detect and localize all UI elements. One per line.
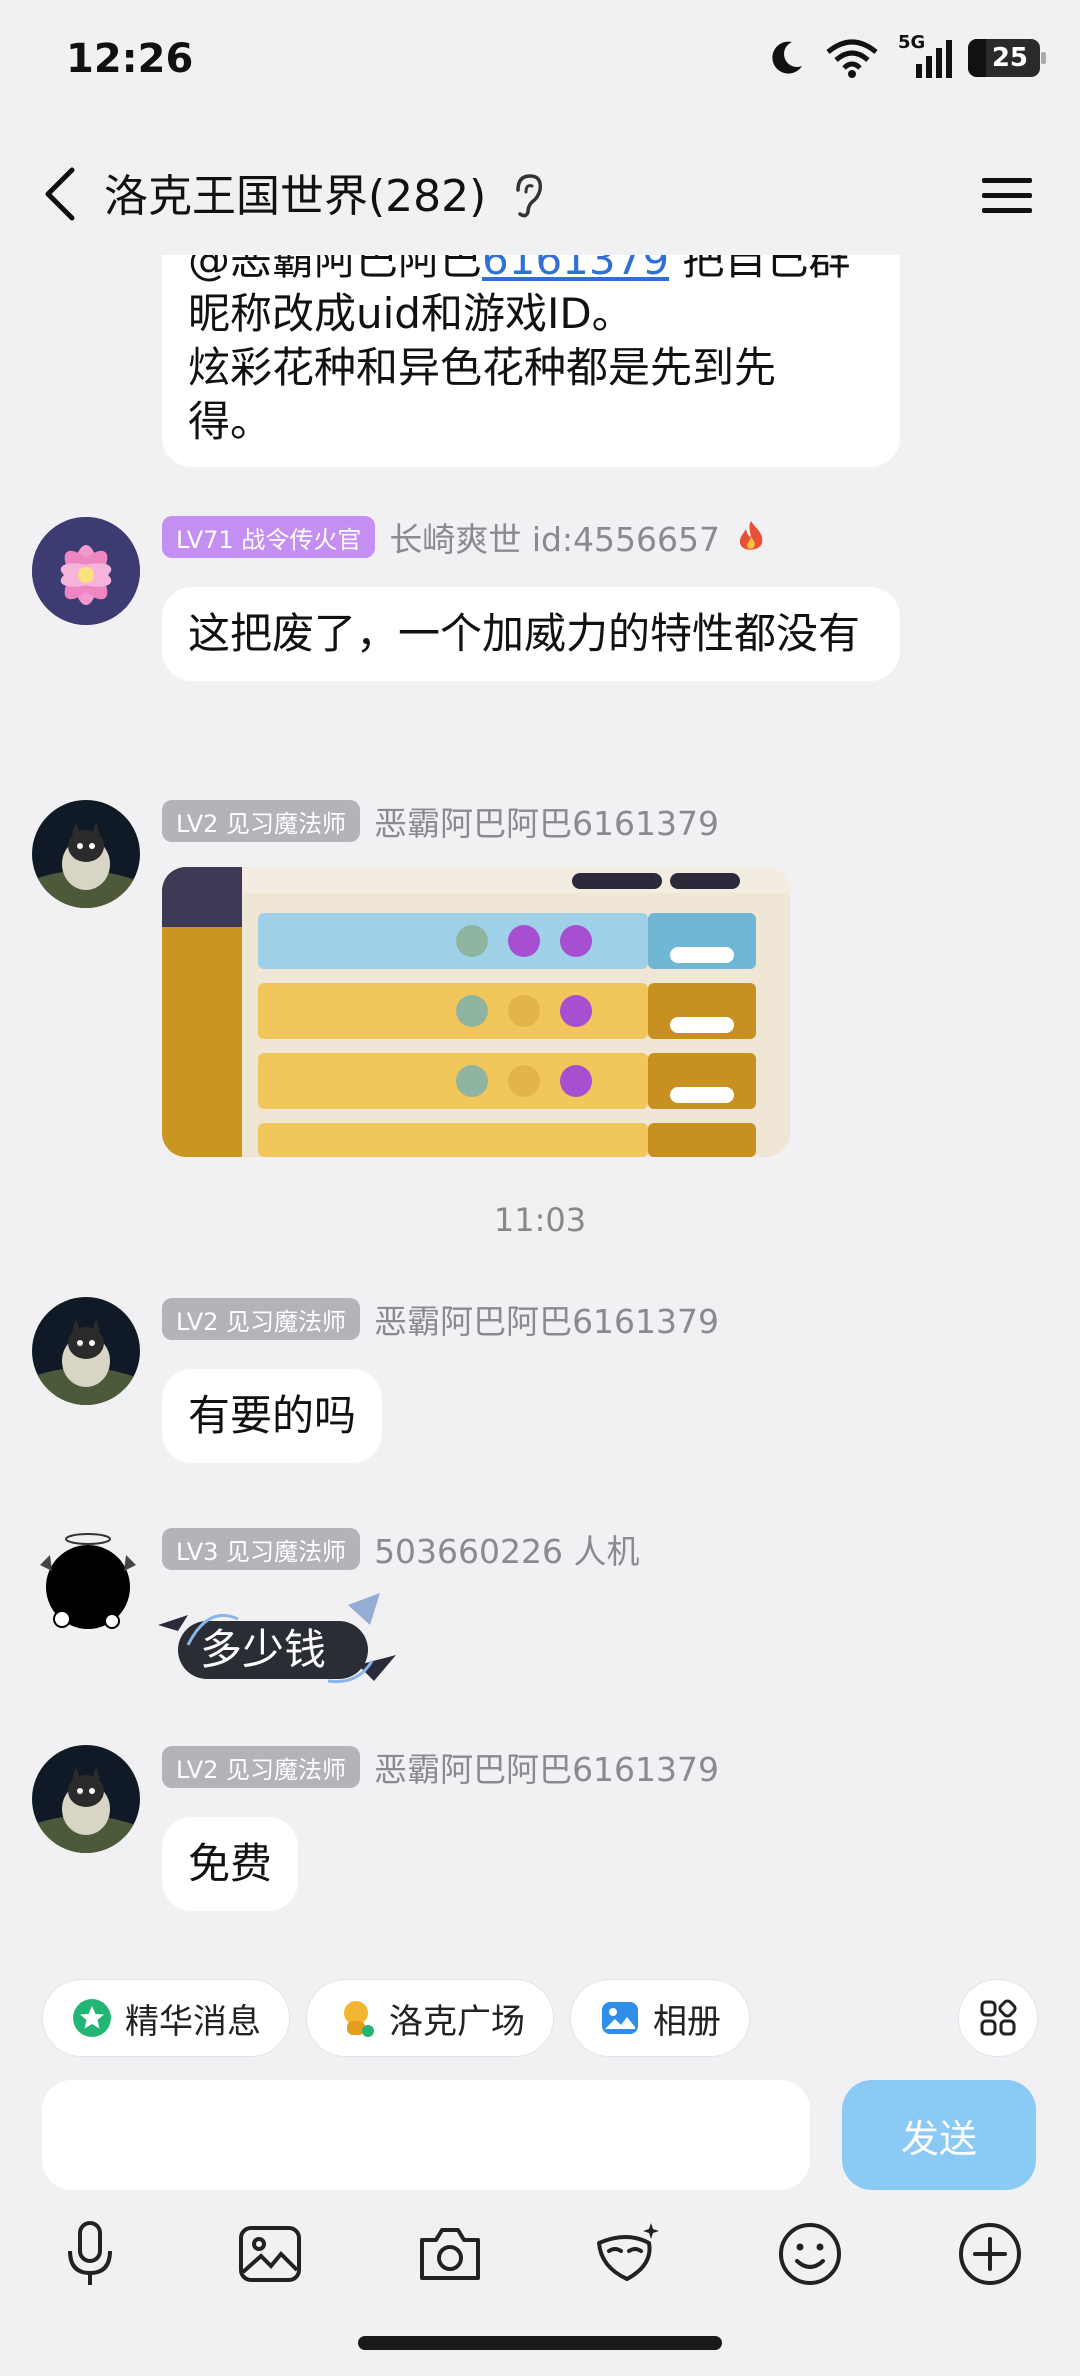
- message-line: @恶霸阿巴阿巴6161379 把自己群: [188, 255, 874, 287]
- smiley-icon: [779, 2223, 841, 2285]
- essence-messages-button[interactable]: 精华消息: [42, 1979, 290, 2057]
- back-button[interactable]: [28, 158, 100, 230]
- decorated-bubble[interactable]: 多少钱: [148, 1585, 398, 1705]
- sender-row: LV2 见习魔法师 恶霸阿巴阿巴6161379: [162, 1295, 719, 1343]
- message-line: 昵称改成uid和游戏ID。: [188, 289, 634, 338]
- message-bubble[interactable]: 这把废了，一个加威力的特性都没有: [162, 587, 900, 681]
- emoji-button[interactable]: [770, 2214, 850, 2294]
- plaza-button[interactable]: 洛克广场: [306, 1979, 554, 2057]
- network-type: 5G: [898, 32, 926, 53]
- message-text: 这把废了，一个加威力的特性都没有: [188, 609, 861, 658]
- sender-row: LV2 见习魔法师 恶霸阿巴阿巴6161379: [162, 1743, 719, 1791]
- fire-icon: [739, 521, 763, 550]
- level-badge: LV3 见习魔法师: [162, 1528, 361, 1570]
- level-badge: LV2 见习魔法师: [162, 1298, 361, 1340]
- message-list[interactable]: @恶霸阿巴阿巴6161379 把自己群 昵称改成uid和游戏ID。 炫彩花种和异…: [0, 255, 1080, 1955]
- avatar-effect-button[interactable]: [588, 2214, 668, 2294]
- dark-character-avatar-icon: [40, 1533, 136, 1629]
- message-bubble[interactable]: @恶霸阿巴阿巴6161379 把自己群 昵称改成uid和游戏ID。 炫彩花种和异…: [162, 255, 900, 467]
- essence-label: 精华消息: [125, 2001, 261, 2042]
- message-bubble[interactable]: 免费: [162, 1817, 299, 1911]
- plaza-mascot-icon: [344, 2001, 374, 2037]
- more-apps-button[interactable]: [958, 1979, 1038, 2057]
- sender-row: LV71 战令传火官 长崎爽世 id:4556657: [162, 513, 768, 561]
- status-icons: 5G 25: [766, 32, 1046, 78]
- message-input[interactable]: [42, 2080, 810, 2190]
- lotus-avatar-icon: [32, 517, 140, 625]
- game-screenshot-image: [162, 867, 790, 1157]
- camera-button[interactable]: [410, 2214, 490, 2294]
- plus-circle-icon: [959, 2223, 1021, 2285]
- voice-button[interactable]: [50, 2214, 130, 2294]
- message-text: 免费: [188, 1839, 273, 1888]
- sender-name[interactable]: 恶霸阿巴阿巴6161379: [374, 1743, 719, 1791]
- message-bubble[interactable]: 有要的吗: [162, 1369, 383, 1463]
- message-text: 多少钱: [200, 1625, 327, 1674]
- sender-row: LV2 见习魔法师 恶霸阿巴阿巴6161379: [162, 797, 719, 845]
- chat-header: 洛克王国世界(282): [0, 140, 1080, 250]
- message-text: 有要的吗: [188, 1391, 357, 1440]
- album-button[interactable]: 相册: [570, 1979, 750, 2057]
- totoro-avatar-icon: [32, 800, 140, 908]
- sender-row: LV3 见习魔法师 503660226 人机: [162, 1525, 640, 1573]
- album-label: 相册: [653, 2001, 721, 2042]
- status-time: 12:26: [66, 36, 194, 82]
- signal-icon: 5G: [898, 32, 952, 78]
- avatar[interactable]: [32, 517, 140, 625]
- wifi-icon: [826, 39, 878, 78]
- battery-level: 25: [991, 43, 1028, 73]
- more-button[interactable]: [950, 2214, 1030, 2294]
- moon-icon: [772, 41, 802, 74]
- message-line: 炫彩花种和异色花种都是先到先: [188, 343, 777, 392]
- camera-icon: [420, 2228, 480, 2280]
- level-badge: LV71 战令传火官: [162, 516, 376, 558]
- avatar[interactable]: [32, 1297, 140, 1405]
- level-badge: LV2 见习魔法师: [162, 800, 361, 842]
- image-message[interactable]: [162, 867, 790, 1157]
- totoro-avatar-icon: [32, 1297, 140, 1405]
- avatar[interactable]: [32, 1525, 142, 1635]
- sender-name[interactable]: 恶霸阿巴阿巴6161379: [374, 797, 719, 845]
- level-badge: LV2 见习魔法师: [162, 1746, 361, 1788]
- microphone-icon: [68, 2221, 112, 2285]
- mask-sparkle-icon: [597, 2223, 659, 2281]
- battery-icon: 25: [968, 39, 1046, 77]
- gallery-button[interactable]: [230, 2214, 310, 2294]
- chat-title[interactable]: 洛克王国世界(282): [104, 160, 486, 224]
- sender-name[interactable]: 503660226 人机: [374, 1525, 639, 1573]
- sender-name[interactable]: 长崎爽世 id:4556657: [389, 513, 720, 561]
- shortcut-bar: 精华消息 洛克广场 相册: [0, 1955, 1080, 2065]
- send-button[interactable]: 发送: [842, 2080, 1036, 2190]
- totoro-avatar-icon: [32, 1745, 140, 1853]
- star-badge-icon: [73, 1999, 111, 2037]
- mention-text[interactable]: @恶霸阿巴阿巴6161379 把自己群: [188, 255, 850, 284]
- home-indicator[interactable]: [358, 2336, 722, 2350]
- time-divider: 11:03: [493, 1201, 587, 1239]
- chevron-left-icon: [45, 167, 75, 221]
- message-line: 得。: [188, 397, 273, 446]
- avatar[interactable]: [32, 800, 140, 908]
- image-icon: [239, 2226, 301, 2282]
- mention-id-link[interactable]: 6161379: [482, 255, 669, 284]
- album-icon: [602, 2002, 638, 2034]
- plaza-label: 洛克广场: [389, 2001, 525, 2042]
- avatar[interactable]: [32, 1745, 140, 1853]
- sender-name[interactable]: 恶霸阿巴阿巴6161379: [374, 1295, 719, 1343]
- ear-icon[interactable]: [508, 170, 548, 220]
- menu-icon[interactable]: [972, 160, 1042, 230]
- grid-icon: [980, 1999, 1017, 2036]
